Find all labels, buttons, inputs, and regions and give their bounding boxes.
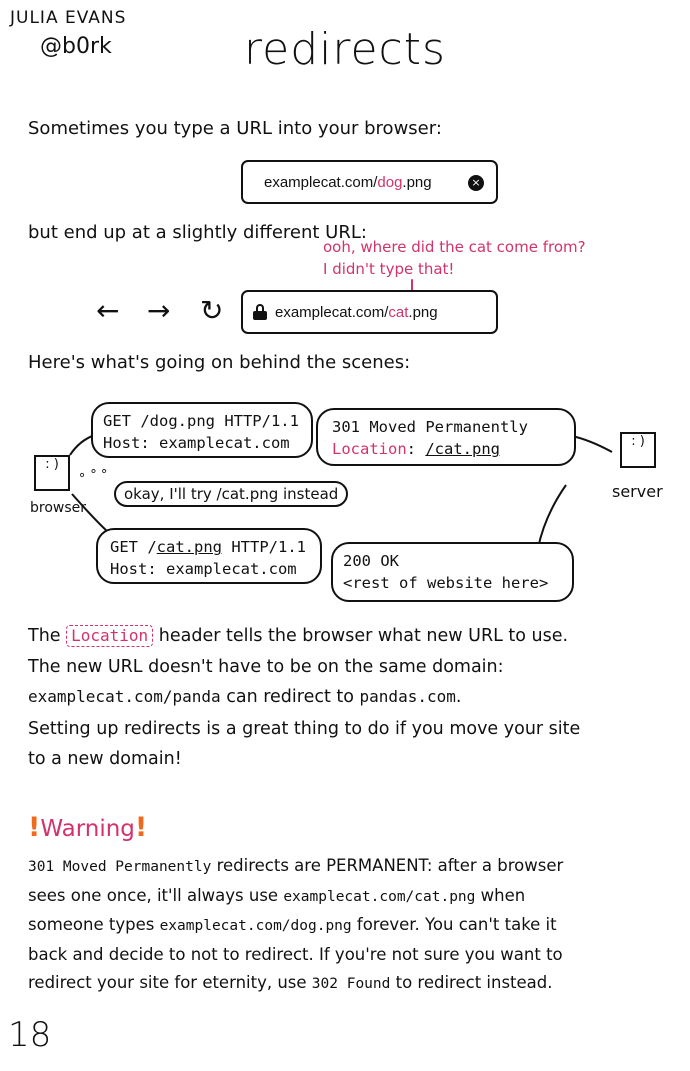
explanation-line-2: The new URL doesn't have to be on the sa… bbox=[28, 657, 504, 677]
server-label: server bbox=[612, 482, 663, 501]
location-header-key: Location bbox=[332, 440, 407, 458]
location-header-value: /cat.png bbox=[425, 440, 500, 458]
response-2-body: <rest of website here> bbox=[343, 574, 549, 592]
warning-bang-icon: ! bbox=[134, 812, 148, 843]
explanation-line-3: examplecat.com/panda can redirect to pan… bbox=[28, 687, 462, 707]
request-1-bubble: GET /dog.png HTTP/1.1 Host: examplecat.c… bbox=[91, 402, 313, 458]
warning-line-2: sees one once, it'll always use examplec… bbox=[28, 885, 526, 905]
response-2-bubble: 200 OK <rest of website here> bbox=[331, 542, 574, 602]
thought-bubble: okay, I'll try /cat.png instead bbox=[114, 481, 349, 507]
warning-body: 301 Moved Permanently redirects are PERM… bbox=[28, 852, 563, 999]
warning-line-1: 301 Moved Permanently redirects are PERM… bbox=[28, 856, 564, 875]
explanation-line-5: to a new domain! bbox=[28, 749, 182, 769]
request-2-line-1: GET /cat.png HTTP/1.1 bbox=[110, 538, 306, 556]
browser-face-icon: : ) bbox=[34, 455, 70, 491]
warning-line-4: back and decide to not to redirect. If y… bbox=[28, 944, 563, 964]
server-face-icon: : ) bbox=[620, 432, 656, 468]
request-2-bubble: GET /cat.png HTTP/1.1 Host: examplecat.c… bbox=[96, 528, 322, 584]
response-1-bubble: 301 Moved Permanently Location: /cat.png bbox=[316, 408, 576, 466]
warning-bang-icon: ! bbox=[28, 812, 41, 843]
warning-line-5: redirect your site for eternity, use 302… bbox=[28, 973, 553, 992]
browser-label: browser bbox=[30, 500, 87, 516]
warning-heading: !Warning! bbox=[28, 812, 147, 843]
diagram-connectors bbox=[69, 434, 613, 549]
warning-title: Warning bbox=[40, 816, 135, 842]
response-1-status: 301 Moved Permanently bbox=[332, 418, 528, 436]
location-tag: Location bbox=[66, 625, 154, 647]
thought-dots: ∘ ° ° bbox=[78, 468, 108, 483]
warning-line-3: someone types examplecat.com/dog.png for… bbox=[28, 915, 557, 934]
explanation-line-4: Setting up redirects is a great thing to… bbox=[28, 719, 581, 739]
explanation-line-1: The Location header tells the browser wh… bbox=[28, 625, 569, 647]
response-2-status: 200 OK bbox=[343, 552, 399, 570]
request-2-line-2: Host: examplecat.com bbox=[110, 560, 297, 578]
response-1-location: Location: /cat.png bbox=[332, 440, 500, 458]
request-1-line-2: Host: examplecat.com bbox=[103, 434, 290, 452]
page-number: 18 bbox=[8, 1015, 52, 1055]
request-1-line-1: GET /dog.png HTTP/1.1 bbox=[103, 412, 299, 430]
